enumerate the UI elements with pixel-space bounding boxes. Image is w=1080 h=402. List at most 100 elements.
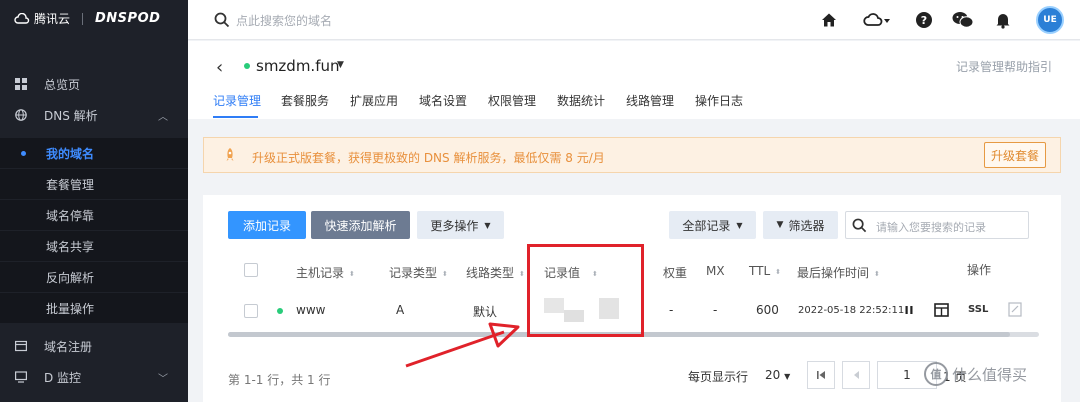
filter-icon: ▼ <box>776 220 784 230</box>
ssl-button[interactable]: SSL <box>968 304 988 315</box>
column-header-actions: 操作 <box>967 263 992 277</box>
record-search-input[interactable]: 请输入您要搜索的记录 <box>845 211 1029 239</box>
globe-icon <box>15 109 27 121</box>
tab-permissions[interactable]: 权限管理 <box>488 92 536 109</box>
upgrade-banner: 升级正式版套餐，获得更极致的 DNS 解析服务，最低仅需 8 元/月 升级套餐 <box>203 137 1061 173</box>
sidebar-item-label: DNS 解析 <box>44 108 98 123</box>
tab-operation-log[interactable]: 操作日志 <box>695 92 743 109</box>
sort-icon[interactable]: ⬍ <box>874 270 880 278</box>
watermark-text: 什么值得买 <box>952 365 1028 384</box>
row-checkbox[interactable] <box>244 304 258 318</box>
active-dot-icon <box>21 150 26 156</box>
column-header-updated[interactable]: 最后操作时间 ⬍ <box>797 264 880 281</box>
tab-line-management[interactable]: 线路管理 <box>626 92 674 109</box>
search-icon[interactable] <box>214 12 230 28</box>
domain-title[interactable]: smzdm.fun <box>256 57 340 75</box>
domain-status-dot <box>244 63 250 69</box>
dashboard-icon <box>15 78 27 90</box>
select-all-checkbox[interactable] <box>244 263 258 277</box>
brand-logo[interactable]: 腾讯云 DNSPOD <box>14 10 160 27</box>
all-records-dropdown[interactable]: 全部记录 ▼ <box>669 211 756 239</box>
cloud-menu-icon[interactable] <box>863 11 891 29</box>
brand-dnspod: DNSPOD <box>95 11 161 26</box>
filter-label: 筛选器 <box>788 218 825 233</box>
tab-records[interactable]: 记录管理 <box>213 92 261 109</box>
help-icon[interactable]: ? <box>915 11 933 29</box>
domain-search-input[interactable]: 点此搜索您的域名 <box>236 12 332 29</box>
page-header: ‹ smzdm.fun ▼ 记录管理帮助指引 记录管理 套餐服务 扩展应用 域名… <box>188 41 1080 119</box>
sidebar-subitem-label: 域名共享 <box>46 239 95 254</box>
watermark-badge: 值 <box>924 362 948 386</box>
search-icon <box>852 218 867 233</box>
sidebar-item-d-monitor[interactable]: D 监控 ﹀ <box>0 362 188 392</box>
sidebar-subitem-sharing[interactable]: 域名共享 <box>0 231 188 261</box>
cell-updated: 2022-05-18 22:52:11 <box>798 305 905 316</box>
filter-button[interactable]: ▼ 筛选器 <box>763 211 838 239</box>
sidebar-item-dns[interactable]: DNS 解析 ︿ <box>0 100 188 130</box>
cell-weight: - <box>669 303 674 317</box>
tab-extensions[interactable]: 扩展应用 <box>350 92 398 109</box>
sidebar-subitem-label: 套餐管理 <box>46 177 95 192</box>
cell-mx: - <box>713 303 718 317</box>
sort-icon[interactable]: ⬍ <box>519 270 525 278</box>
add-record-button[interactable]: 添加记录 <box>228 211 306 239</box>
first-page-button[interactable] <box>807 361 835 389</box>
sidebar-subitem-packages[interactable]: 套餐管理 <box>0 169 188 199</box>
bell-icon[interactable] <box>994 11 1012 29</box>
sidebar-subitem-batch[interactable]: 批量操作 <box>0 293 188 323</box>
sidebar-subitem-reverse[interactable]: 反向解析 <box>0 262 188 292</box>
column-header-line[interactable]: 线路类型 ⬍ <box>466 264 525 281</box>
avatar[interactable]: UE <box>1036 6 1064 34</box>
record-status-dot <box>277 308 283 314</box>
tab-packages[interactable]: 套餐服务 <box>281 92 329 109</box>
sidebar-subitem-label: 反向解析 <box>46 270 95 285</box>
prev-page-button[interactable] <box>842 361 870 389</box>
sidebar-subitem-label: 我的域名 <box>46 146 95 161</box>
sort-icon[interactable]: ⬍ <box>349 270 355 278</box>
back-arrow-icon[interactable]: ‹ <box>216 57 223 78</box>
sort-icon[interactable]: ⬍ <box>442 270 448 278</box>
wechat-icon[interactable] <box>952 11 974 29</box>
rocket-icon <box>226 148 234 161</box>
svg-text:?: ? <box>921 14 927 27</box>
column-header-ttl[interactable]: TTL ⬍ <box>749 264 781 278</box>
caret-down-icon: ▼ <box>736 220 743 230</box>
sidebar: 腾讯云 DNSPOD 总览页 DNS 解析 ︿ 我的域名 套餐管理 域名停靠 域… <box>0 0 188 402</box>
sidebar-item-domain-register[interactable]: 域名注册 <box>0 331 188 361</box>
cloud-logo-icon <box>14 12 30 24</box>
highlight-box <box>527 244 644 337</box>
sidebar-subitem-my-domains[interactable]: 我的域名 <box>0 138 188 168</box>
sort-icon[interactable]: ⬍ <box>775 268 781 276</box>
column-header-label: 线路类型 <box>466 266 515 280</box>
sidebar-item-label: D 监控 <box>44 370 82 385</box>
remark-icon[interactable] <box>934 303 949 317</box>
help-guide-link[interactable]: 记录管理帮助指引 <box>956 58 1052 75</box>
upgrade-package-button[interactable]: 升级套餐 <box>984 142 1046 168</box>
caret-down-icon[interactable]: ▼ <box>337 60 344 70</box>
pause-icon[interactable] <box>904 305 914 315</box>
column-header-label: TTL <box>749 264 771 278</box>
page-size-select[interactable]: 20 ▼ <box>765 368 790 382</box>
sidebar-subitem-parking[interactable]: 域名停靠 <box>0 200 188 230</box>
column-header-label: 记录类型 <box>389 266 438 280</box>
column-header-label: 最后操作时间 <box>797 266 870 280</box>
cell-host[interactable]: www <box>296 303 325 317</box>
tab-domain-settings[interactable]: 域名设置 <box>419 92 467 109</box>
quick-add-button[interactable]: 快速添加解析 <box>311 211 410 239</box>
caret-down-icon: ▼ <box>784 372 791 381</box>
cell-ttl: 600 <box>756 303 779 317</box>
more-actions-label: 更多操作 <box>430 218 479 233</box>
column-header-host[interactable]: 主机记录 ⬍ <box>296 264 355 281</box>
edit-icon[interactable] <box>1008 302 1022 317</box>
brand-divider <box>82 12 84 25</box>
active-tab-indicator <box>213 116 258 118</box>
home-icon[interactable] <box>820 11 838 29</box>
domain-register-icon <box>15 340 27 352</box>
column-header-type[interactable]: 记录类型 ⬍ <box>389 264 448 281</box>
record-search-placeholder: 请输入您要搜索的记录 <box>876 221 986 234</box>
tab-statistics[interactable]: 数据统计 <box>557 92 605 109</box>
sidebar-item-label: 总览页 <box>44 77 81 92</box>
more-actions-dropdown[interactable]: 更多操作 ▼ <box>417 211 504 239</box>
sidebar-item-overview[interactable]: 总览页 <box>0 69 188 99</box>
prev-page-icon <box>854 371 859 379</box>
